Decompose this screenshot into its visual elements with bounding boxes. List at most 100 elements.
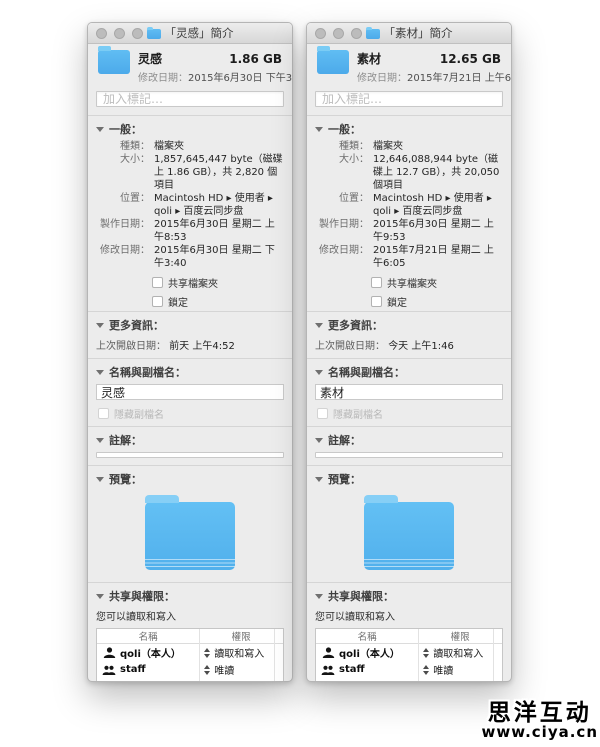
stepper-icon <box>423 648 429 658</box>
table-row[interactable]: everyone 唯讀 <box>97 678 283 682</box>
last-opened-row: 上次開啟日期： 前天 上午4:52 <box>88 336 292 358</box>
info-row: 製作日期：2015年6月30日 星期二 上午9:53 <box>315 218 503 244</box>
stepper-icon <box>423 665 429 675</box>
window-title: 「灵感」簡介 <box>165 25 234 41</box>
close-button[interactable] <box>315 28 326 39</box>
item-name: 素材 <box>357 50 381 67</box>
section-general[interactable]: 一般： <box>307 116 511 140</box>
checkbox-icon <box>317 408 328 419</box>
shared-folder-checkbox-row[interactable]: 共享檔案夾 <box>307 273 511 292</box>
group-icon <box>321 665 335 675</box>
column-divider <box>418 629 419 682</box>
disclosure-triangle-icon <box>96 594 104 599</box>
stepper-icon <box>204 665 210 675</box>
section-preview[interactable]: 預覽： <box>88 466 292 490</box>
privilege-popup[interactable]: 唯讀 <box>199 662 283 677</box>
disclosure-triangle-icon <box>315 127 323 132</box>
preview-area <box>88 490 292 582</box>
comments-textarea[interactable] <box>96 452 284 458</box>
table-row[interactable]: everyone 唯讀 <box>316 678 502 682</box>
permission-summary: 您可以讀取和寫入 <box>88 607 292 628</box>
locked-checkbox-row[interactable]: 鎖定 <box>307 292 511 311</box>
preview-area <box>307 490 511 582</box>
stepper-icon <box>204 648 210 658</box>
privilege-popup[interactable]: 唯讀 <box>418 679 502 682</box>
modified-value: 2015年7月21日 上午6:05 <box>407 73 512 84</box>
privilege-popup[interactable]: 唯讀 <box>199 679 283 682</box>
section-sharing-permissions[interactable]: 共享與權限： <box>307 583 511 607</box>
section-name-extension[interactable]: 名稱與副檔名： <box>88 359 292 383</box>
section-comments[interactable]: 註解： <box>307 427 511 451</box>
user-icon <box>321 647 335 658</box>
shared-folder-checkbox-row[interactable]: 共享檔案夾 <box>88 273 292 292</box>
section-preview[interactable]: 預覽： <box>307 466 511 490</box>
tags-input[interactable] <box>96 91 284 107</box>
table-row[interactable]: qoli（本人） 讀取和寫入 <box>316 644 502 661</box>
stepper-icon <box>204 682 210 683</box>
section-general[interactable]: 一般： <box>88 116 292 140</box>
comments-textarea[interactable] <box>315 452 503 458</box>
section-sharing-permissions[interactable]: 共享與權限： <box>88 583 292 607</box>
table-row[interactable]: staff 唯讀 <box>97 661 283 678</box>
disclosure-triangle-icon <box>315 438 323 443</box>
group-icon <box>102 665 116 675</box>
section-comments[interactable]: 註解： <box>88 427 292 451</box>
watermark-url: www.ciya.cn <box>481 725 598 741</box>
table-header: 名稱 權限 <box>316 629 502 644</box>
watermark: 思洋互动 www.ciya.cn <box>481 701 598 741</box>
info-row: 大小：12,646,088,944 byte（磁碟上 12.7 GB），共 20… <box>315 153 503 192</box>
zoom-button[interactable] <box>132 28 143 39</box>
info-row: 位置：Macintosh HD ▸ 使用者 ▸ qoli ▸ 百度云同步盘 <box>315 192 503 218</box>
info-row: 修改日期：2015年7月21日 星期二 上午6:05 <box>315 244 503 270</box>
folder-icon <box>98 50 130 74</box>
checkbox-icon <box>98 408 109 419</box>
privilege-popup[interactable]: 唯讀 <box>418 662 502 677</box>
scrollbar-track[interactable] <box>274 629 275 682</box>
name-input[interactable] <box>315 384 503 400</box>
everyone-icon <box>102 681 117 682</box>
last-opened-row: 上次開啟日期： 今天 上午1:46 <box>307 336 511 358</box>
name-input[interactable] <box>96 384 284 400</box>
privilege-popup[interactable]: 讀取和寫入 <box>418 645 502 660</box>
get-info-window: 「灵感」簡介 灵感 1.86 GB 修改日期：2015年6月30日 下午3:40… <box>87 22 293 682</box>
table-header: 名稱 權限 <box>97 629 283 644</box>
item-header: 素材 12.65 GB 修改日期：2015年7月21日 上午6:05 <box>307 44 511 89</box>
section-more-info[interactable]: 更多資訊： <box>307 312 511 336</box>
disclosure-triangle-icon <box>315 477 323 482</box>
general-info: 種類：檔案夾 大小：1,857,645,447 byte（磁碟上 1.86 GB… <box>88 140 292 273</box>
get-info-window: 「素材」簡介 素材 12.65 GB 修改日期：2015年7月21日 上午6:0… <box>306 22 512 682</box>
section-more-info[interactable]: 更多資訊： <box>88 312 292 336</box>
hide-extension-checkbox-row: 隱藏副檔名 <box>88 404 292 426</box>
checkbox-icon[interactable] <box>152 277 163 288</box>
folder-icon <box>317 50 349 74</box>
permission-summary: 您可以讀取和寫入 <box>307 607 511 628</box>
disclosure-triangle-icon <box>96 127 104 132</box>
info-row: 大小：1,857,645,447 byte（磁碟上 1.86 GB），共 2,8… <box>96 153 284 192</box>
checkbox-icon[interactable] <box>152 296 163 307</box>
section-name-extension[interactable]: 名稱與副檔名： <box>307 359 511 383</box>
modified-label: 修改日期： <box>138 73 188 84</box>
folder-icon <box>145 502 235 570</box>
user-icon <box>102 647 116 658</box>
close-button[interactable] <box>96 28 107 39</box>
disclosure-triangle-icon <box>315 323 323 328</box>
tags-input[interactable] <box>315 91 503 107</box>
privilege-popup[interactable]: 讀取和寫入 <box>199 645 283 660</box>
info-row: 種類：檔案夾 <box>315 140 503 153</box>
hide-extension-checkbox-row: 隱藏副檔名 <box>307 404 511 426</box>
folder-icon <box>366 29 380 39</box>
checkbox-icon[interactable] <box>371 277 382 288</box>
zoom-button[interactable] <box>351 28 362 39</box>
minimize-button[interactable] <box>114 28 125 39</box>
item-header: 灵感 1.86 GB 修改日期：2015年6月30日 下午3:40 <box>88 44 292 89</box>
table-row[interactable]: qoli（本人） 讀取和寫入 <box>97 644 283 661</box>
disclosure-triangle-icon <box>315 370 323 375</box>
minimize-button[interactable] <box>333 28 344 39</box>
scrollbar-track[interactable] <box>493 629 494 682</box>
checkbox-icon[interactable] <box>371 296 382 307</box>
locked-checkbox-row[interactable]: 鎖定 <box>88 292 292 311</box>
titlebar: 「素材」簡介 <box>307 23 511 44</box>
table-row[interactable]: staff 唯讀 <box>316 661 502 678</box>
disclosure-triangle-icon <box>315 594 323 599</box>
info-row: 製作日期：2015年6月30日 星期二 上午8:53 <box>96 218 284 244</box>
